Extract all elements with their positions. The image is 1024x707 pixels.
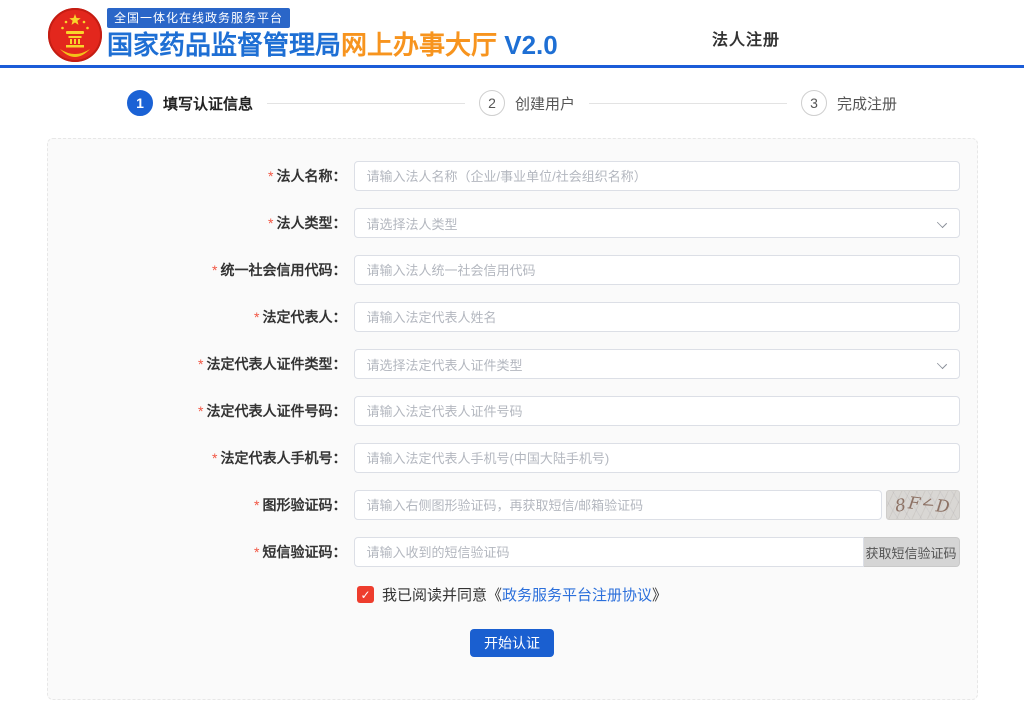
mobile-input[interactable]: [354, 443, 960, 473]
agreement-checkbox[interactable]: ✓: [357, 586, 374, 603]
agreement-link[interactable]: 政务服务平台注册协议: [502, 584, 652, 605]
form-row-mobile: *法定代表人手机号：: [48, 443, 977, 473]
submit-row: 开始认证: [48, 629, 977, 657]
page-title: 法人注册: [712, 26, 780, 50]
platform-badge: 全国一体化在线政务服务平台: [107, 8, 290, 28]
form-row-legal-type: *法人类型： 请选择法人类型: [48, 208, 977, 238]
form-row-image-captcha: *图形验证码： 8 F < D: [48, 490, 977, 520]
agreement-text-suffix: 》: [652, 584, 667, 605]
legal-type-select[interactable]: 请选择法人类型: [354, 208, 960, 238]
image-captcha-input[interactable]: [354, 490, 882, 520]
id-number-input[interactable]: [354, 396, 960, 426]
steps-indicator: 1 填写认证信息 2 创建用户 3 完成注册: [0, 68, 1024, 138]
agreement-row: ✓ 我已阅读并同意《 政务服务平台注册协议 》: [48, 584, 977, 605]
hall-name: 网上办事大厅: [341, 30, 497, 60]
step-1-fill-info: 1 填写认证信息: [127, 90, 253, 116]
mobile-label: *法定代表人手机号：: [48, 448, 347, 468]
chevron-down-icon: [936, 359, 946, 369]
step-2-circle: 2: [479, 90, 505, 116]
step-1-circle: 1: [127, 90, 153, 116]
step-2-create-user: 2 创建用户: [479, 90, 575, 116]
credit-code-input[interactable]: [354, 255, 960, 285]
required-mark: *: [268, 215, 273, 231]
start-authentication-button[interactable]: 开始认证: [470, 629, 554, 657]
chevron-down-icon: [936, 218, 946, 228]
national-emblem-logo: [46, 6, 104, 64]
form-row-representative-name: *法定代表人：: [48, 302, 977, 332]
required-mark: *: [198, 356, 203, 372]
image-captcha-label: *图形验证码：: [48, 495, 347, 515]
registration-form-panel: *法人名称： *法人类型： 请选择法人类型 *统一社会信用代码： *法定代表人：…: [47, 138, 978, 700]
agreement-text-prefix: 我已阅读并同意《: [382, 584, 502, 605]
required-mark: *: [212, 262, 217, 278]
form-row-legal-name: *法人名称：: [48, 161, 977, 191]
required-mark: *: [212, 450, 217, 466]
sms-code-input[interactable]: [354, 537, 864, 567]
form-row-id-number: *法定代表人证件号码：: [48, 396, 977, 426]
id-number-label: *法定代表人证件号码：: [48, 401, 347, 421]
step-connector: [589, 103, 787, 104]
form-row-credit-code: *统一社会信用代码：: [48, 255, 977, 285]
required-mark: *: [254, 497, 259, 513]
required-mark: *: [254, 309, 259, 325]
credit-code-label: *统一社会信用代码：: [48, 260, 347, 280]
form-row-sms-code: *短信验证码： 获取短信验证码: [48, 537, 977, 567]
legal-name-label: *法人名称：: [48, 166, 347, 186]
representative-name-input[interactable]: [354, 302, 960, 332]
form-row-id-type: *法定代表人证件类型： 请选择法定代表人证件类型: [48, 349, 977, 379]
header: 全国一体化在线政务服务平台 国家药品监督管理局网上办事大厅 V2.0 法人注册: [0, 0, 1024, 68]
title-block: 全国一体化在线政务服务平台 国家药品监督管理局网上办事大厅 V2.0: [107, 2, 558, 61]
step-connector: [267, 103, 465, 104]
required-mark: *: [198, 403, 203, 419]
logo-area: 全国一体化在线政务服务平台 国家药品监督管理局网上办事大厅 V2.0: [46, 2, 558, 64]
id-type-label: *法定代表人证件类型：: [48, 354, 347, 374]
captcha-image[interactable]: 8 F < D: [886, 490, 960, 520]
legal-name-input[interactable]: [354, 161, 960, 191]
legal-type-select-value: 请选择法人类型: [367, 214, 458, 233]
org-name: 国家药品监督管理局: [107, 30, 341, 60]
check-icon: ✓: [360, 589, 370, 601]
version-label: V2.0: [497, 30, 558, 60]
required-mark: *: [268, 168, 273, 184]
id-type-select[interactable]: 请选择法定代表人证件类型: [354, 349, 960, 379]
required-mark: *: [254, 544, 259, 560]
step-2-label: 创建用户: [515, 93, 575, 114]
step-3-label: 完成注册: [837, 93, 897, 114]
representative-name-label: *法定代表人：: [48, 307, 347, 327]
id-type-select-value: 请选择法定代表人证件类型: [367, 355, 523, 374]
step-1-label: 填写认证信息: [163, 93, 253, 114]
site-title: 国家药品监督管理局网上办事大厅 V2.0: [107, 29, 558, 61]
step-3-complete: 3 完成注册: [801, 90, 897, 116]
step-3-circle: 3: [801, 90, 827, 116]
sms-code-label: *短信验证码：: [48, 542, 347, 562]
get-sms-code-button[interactable]: 获取短信验证码: [864, 537, 960, 567]
legal-type-label: *法人类型：: [48, 213, 347, 233]
